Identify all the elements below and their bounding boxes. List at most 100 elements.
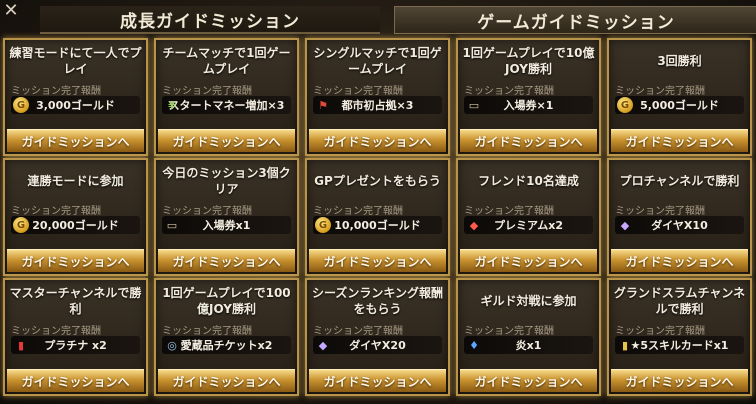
mission-tabs: ✕ 成長ガイドミッション ゲームガイドミッション [0,0,756,34]
mission-title: マスターチャンネルで勝利 [9,286,142,316]
gold-coin-icon: G [617,97,633,113]
tab-game-guide[interactable]: ゲームガイドミッション [394,6,756,34]
reward-header: ミッション完了報酬 [615,326,705,337]
guide-mission-button[interactable]: ガイドミッションへ [7,129,144,152]
reward-label: 愛蔵品チケットx2 [180,339,273,352]
reward-label: 都市初占拠×3 [341,99,414,112]
reward-header: ミッション完了報酬 [162,206,252,217]
gold-coin-icon: G [315,217,331,233]
mission-card: 今日のミッション3個クリア ミッション完了報酬 ▭ 入場券x1 ガイドミッション… [154,158,299,276]
guide-mission-button[interactable]: ガイドミッションへ [158,249,295,272]
reward-header: ミッション完了報酬 [162,86,252,97]
guide-mission-button[interactable]: ガイドミッションへ [611,129,748,152]
mission-card: プロチャンネルで勝利 ミッション完了報酬 ◆ ダイヤX10 ガイドミッションへ [607,158,752,276]
reward-box: ▭ 入場券x1 [162,216,291,234]
mission-title: ギルド対戦に参加 [480,294,577,308]
mission-card: チームマッチで1回ゲームプレイ ミッション完了報酬 ¥ スタートマネー増加×3 … [154,38,299,156]
guide-mission-button[interactable]: ガイドミッションへ [7,249,144,272]
reward-label: 炎x1 [515,339,542,352]
collection-ticket-icon: ◎ [167,338,177,352]
mission-title: 1回ゲームプレイで100億JOY勝利 [162,286,291,316]
mission-title: GPプレゼントをもらう [314,174,441,188]
guide-mission-button[interactable]: ガイドミッションへ [7,369,144,392]
reward-box: ♦ 炎x1 [464,336,593,354]
mission-title: プロチャンネルで勝利 [619,174,740,188]
money-icon: ¥ [168,98,176,112]
mission-card: 3回勝利 ミッション完了報酬 G 5,000ゴールド ガイドミッションへ [607,38,752,156]
reward-label: ダイヤX20 [349,339,406,352]
mission-card: 1回ゲームプレイで100億JOY勝利 ミッション完了報酬 ◎ 愛蔵品チケットx2… [154,278,299,396]
reward-label: 10,000ゴールド [334,219,421,232]
reward-header: ミッション完了報酬 [615,206,705,217]
mission-card: マスターチャンネルで勝利 ミッション完了報酬 ▮ プラチナ x2 ガイドミッショ… [3,278,148,396]
mission-title: 1回ゲームプレイで10億JOY勝利 [462,46,595,76]
reward-box: ◆ ダイヤX10 [615,216,744,234]
reward-label: ダイヤX10 [651,219,708,232]
reward-header: ミッション完了報酬 [11,86,101,97]
flame-icon: ♦ [469,338,479,352]
mission-title: 連勝モードに参加 [27,174,124,188]
guide-mission-button[interactable]: ガイドミッションへ [309,369,446,392]
reward-header: ミッション完了報酬 [162,326,252,337]
reward-header: ミッション完了報酬 [464,326,554,337]
reward-header: ミッション完了報酬 [11,326,101,337]
mission-title: シングルマッチで1回ゲームプレイ [313,46,442,76]
reward-header: ミッション完了報酬 [615,86,705,97]
reward-box: ◆ プレミアムx2 [464,216,593,234]
platinum-card-icon: ▮ [17,338,25,352]
reward-box: ⚑ 都市初占拠×3 [313,96,442,114]
mission-title: シーズンランキング報酬をもらう [311,286,444,316]
mission-title: 練習モードにて一人でプレイ [9,46,142,76]
reward-label: プラチナ x2 [44,339,107,352]
mission-card: シングルマッチで1回ゲームプレイ ミッション完了報酬 ⚑ 都市初占拠×3 ガイド… [305,38,450,156]
reward-label: 入場券x1 [202,219,251,232]
guide-mission-button[interactable]: ガイドミッションへ [460,129,597,152]
guide-mission-button[interactable]: ガイドミッションへ [309,129,446,152]
reward-box: G 3,000ゴールド [11,96,140,114]
reward-label: 20,000ゴールド [32,219,119,232]
gold-coin-icon: G [13,217,29,233]
reward-header: ミッション完了報酬 [313,326,403,337]
reward-label: 3,000ゴールド [36,99,115,112]
reward-header: ミッション完了報酬 [464,86,554,97]
guide-mission-button[interactable]: ガイドミッションへ [611,369,748,392]
diamond-icon: ◆ [620,218,630,232]
reward-box: ◎ 愛蔵品チケットx2 [162,336,291,354]
mission-card: 練習モードにて一人でプレイ ミッション完了報酬 G 3,000ゴールド ガイドミ… [3,38,148,156]
mission-card: グランドスラムチャンネルで勝利 ミッション完了報酬 ▮ ★5スキルカードx1 ガ… [607,278,752,396]
guide-mission-button[interactable]: ガイドミッションへ [611,249,748,272]
city-flag-icon: ⚑ [318,98,328,112]
reward-label: 5,000ゴールド [640,99,719,112]
reward-box: ¥ スタートマネー増加×3 [162,96,291,114]
mission-title: 3回勝利 [657,54,702,68]
mission-title: フレンド10名達成 [478,174,579,188]
reward-header: ミッション完了報酬 [313,86,403,97]
reward-header: ミッション完了報酬 [11,206,101,217]
reward-header: ミッション完了報酬 [464,206,554,217]
guide-mission-button[interactable]: ガイドミッションへ [158,369,295,392]
reward-label: プレミアムx2 [494,219,563,232]
diamond-icon: ◆ [318,338,328,352]
reward-box: ▭ 入場券×1 [464,96,593,114]
reward-header: ミッション完了報酬 [313,206,403,217]
reward-box: G 10,000ゴールド [313,216,442,234]
close-icon[interactable]: ✕ [0,0,22,22]
reward-box: G 20,000ゴールド [11,216,140,234]
reward-box: ◆ ダイヤX20 [313,336,442,354]
reward-label: ★5スキルカードx1 [630,339,729,352]
guide-mission-button[interactable]: ガイドミッションへ [158,129,295,152]
guide-mission-button[interactable]: ガイドミッションへ [309,249,446,272]
mission-card: ギルド対戦に参加 ミッション完了報酬 ♦ 炎x1 ガイドミッションへ [456,278,601,396]
mission-card: 1回ゲームプレイで10億JOY勝利 ミッション完了報酬 ▭ 入場券×1 ガイドミ… [456,38,601,156]
guide-mission-button[interactable]: ガイドミッションへ [460,249,597,272]
reward-box: ▮ ★5スキルカードx1 [615,336,744,354]
gold-coin-icon: G [13,97,29,113]
reward-box: ▮ プラチナ x2 [11,336,140,354]
mission-card: 連勝モードに参加 ミッション完了報酬 G 20,000ゴールド ガイドミッション… [3,158,148,276]
reward-label: 入場券×1 [503,99,554,112]
guide-mission-button[interactable]: ガイドミッションへ [460,369,597,392]
tab-growth-guide[interactable]: 成長ガイドミッション [40,6,380,34]
ticket-icon: ▭ [166,218,178,232]
mission-title: グランドスラムチャンネルで勝利 [613,286,746,316]
reward-box: G 5,000ゴールド [615,96,744,114]
